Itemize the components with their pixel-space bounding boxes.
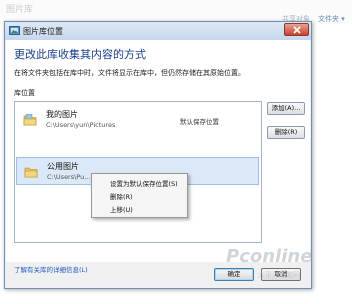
remove-location-button[interactable]: 删除(R)	[267, 126, 305, 139]
close-icon	[293, 26, 301, 34]
menu-item-move-up[interactable]: 上移(U)	[110, 204, 133, 214]
background-window-title: 图片库	[6, 5, 34, 15]
watermark-logo: Pconline	[226, 246, 313, 267]
background-link-folder[interactable]: 文件夹 ▾	[318, 14, 345, 24]
library-locations-list[interactable]: 我的图片 C:\Users\yun\Pictures 默认保存位置 公用图片 C…	[14, 101, 262, 243]
location-path: C:\Users\Pu...	[47, 173, 91, 181]
location-path: C:\Users\yun\Pictures	[46, 121, 116, 129]
context-menu: 设置为默认保存位置(S) 删除(R) 上移(U)	[91, 173, 188, 218]
menu-item-remove[interactable]: 删除(R)	[110, 191, 133, 201]
watermark-subtitle: 太平洋电脑网	[258, 271, 300, 279]
ok-button[interactable]: 确定	[214, 268, 254, 281]
add-location-button[interactable]: 添加(A)...	[267, 102, 305, 115]
location-name: 我的图片	[46, 110, 78, 119]
folder-icon	[23, 114, 37, 126]
location-row-my-pictures[interactable]: 我的图片 C:\Users\yun\Pictures 默认保存位置	[16, 106, 259, 134]
dialog-title: 图片库位置	[23, 27, 63, 36]
default-save-location-label: 默认保存位置	[180, 118, 219, 126]
location-name: 公用图片	[47, 162, 79, 171]
library-icon	[9, 26, 20, 35]
dialog-description: 在将文件夹包括在库中时，文件将显示在库中，但仍然存储在其原始位置。	[14, 69, 245, 77]
dialog-titlebar[interactable]: 图片库位置	[5, 22, 311, 40]
library-locations-label: 库位置	[14, 89, 35, 97]
learn-more-link[interactable]: 了解有关库的详细信息(L)	[14, 264, 88, 274]
folder-icon	[24, 167, 38, 178]
dialog-heading: 更改此库收集其内容的方式	[14, 48, 146, 61]
close-button[interactable]	[284, 23, 309, 36]
menu-item-set-default[interactable]: 设置为默认保存位置(S)	[110, 178, 178, 188]
